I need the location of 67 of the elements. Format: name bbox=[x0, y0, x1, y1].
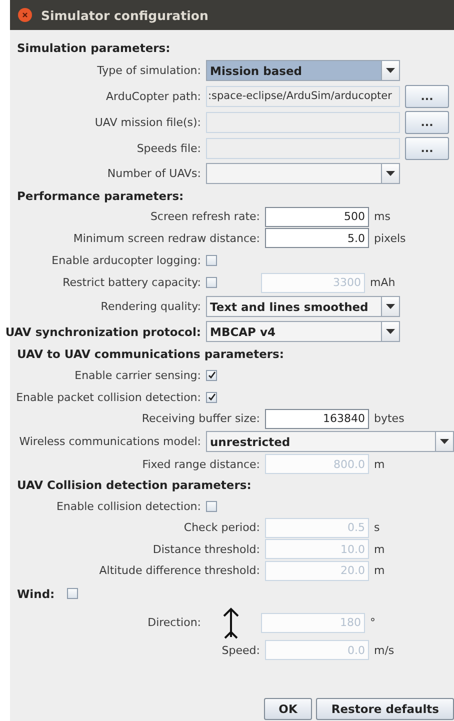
number-field[interactable]: 5.0 bbox=[265, 228, 369, 248]
direction-arrow-icon bbox=[222, 606, 240, 638]
field-label: Distance threshold: bbox=[152, 542, 260, 556]
field-label: Direction: bbox=[148, 616, 201, 629]
path-field[interactable] bbox=[206, 112, 400, 132]
browse-button[interactable]: ... bbox=[405, 136, 449, 160]
number-field[interactable]: 500 bbox=[265, 206, 369, 227]
section-heading: Simulation parameters: bbox=[16, 40, 172, 57]
close-icon bbox=[22, 12, 28, 18]
unit-label: m bbox=[374, 458, 386, 471]
field-label: Enable packet collision detection: bbox=[16, 390, 201, 404]
unit-label: bytes bbox=[374, 412, 406, 426]
checkbox[interactable] bbox=[206, 392, 217, 402]
field-label: Altitude difference threshold: bbox=[99, 564, 260, 578]
field-label: ArduCopter path: bbox=[106, 90, 201, 102]
unit-label: m bbox=[374, 542, 386, 556]
checkbox[interactable] bbox=[67, 588, 78, 599]
section-heading: Wind: bbox=[16, 586, 55, 600]
dropdown[interactable]: Mission based bbox=[206, 60, 400, 81]
dropdown-arrow-icon bbox=[386, 68, 395, 73]
close-button[interactable] bbox=[18, 8, 32, 22]
dropdown[interactable]: Text and lines smoothed bbox=[206, 296, 400, 317]
field-label: Number of UAVs: bbox=[107, 167, 201, 180]
field-label: Enable collision detection: bbox=[56, 500, 201, 512]
section-heading: UAV to UAV communications parameters: bbox=[16, 346, 285, 363]
number-field[interactable]: 163840 bbox=[265, 408, 369, 429]
field-label: Screen refresh rate: bbox=[150, 210, 260, 224]
field-label: Receiving buffer size: bbox=[142, 412, 260, 426]
path-field[interactable] bbox=[206, 138, 400, 158]
field-label: UAV synchronization protocol: bbox=[5, 324, 201, 338]
dropdown[interactable]: unrestricted bbox=[206, 431, 454, 452]
field-label: Fixed range distance: bbox=[142, 458, 260, 471]
unit-label: pixels bbox=[374, 232, 407, 245]
unit-label: ms bbox=[374, 210, 392, 224]
ok-button[interactable]: OK bbox=[264, 698, 312, 720]
field-label: Check period: bbox=[184, 521, 260, 534]
field-label: Restrict battery capacity: bbox=[62, 276, 201, 289]
field-label: Enable carrier sensing: bbox=[74, 368, 201, 382]
dropdown[interactable]: MBCAP v4 bbox=[206, 321, 400, 342]
dropdown-arrow-icon bbox=[440, 439, 449, 444]
unit-label: m bbox=[374, 564, 386, 578]
section-heading: UAV Collision detection parameters: bbox=[16, 477, 252, 494]
unit-label: ° bbox=[370, 616, 376, 629]
dropdown-arrow-icon bbox=[386, 329, 395, 334]
field-label: Type of simulation: bbox=[97, 64, 201, 77]
field-label: Rendering quality: bbox=[100, 300, 201, 313]
field-label: UAV mission file(s): bbox=[94, 116, 201, 128]
browse-button[interactable]: ... bbox=[405, 110, 449, 134]
field-label: Enable arducopter logging: bbox=[52, 254, 201, 266]
unit-label: m/s bbox=[374, 644, 396, 657]
window-title: Simulator configuration bbox=[41, 8, 208, 22]
unit-label: s bbox=[374, 521, 381, 534]
dropdown[interactable] bbox=[206, 163, 400, 184]
checkbox[interactable] bbox=[206, 370, 217, 380]
browse-button[interactable]: ... bbox=[405, 84, 449, 108]
field-label: Speed: bbox=[222, 644, 260, 657]
checkbox[interactable] bbox=[206, 500, 217, 512]
dropdown-arrow-icon bbox=[386, 171, 395, 176]
field-label: Minimum screen redraw distance: bbox=[73, 232, 260, 245]
field-label: Wireless communications model: bbox=[19, 435, 201, 448]
section-heading: Performance parameters: bbox=[16, 188, 185, 205]
checkbox[interactable] bbox=[206, 254, 217, 266]
restore-defaults-button[interactable]: Restore defaults bbox=[316, 698, 454, 720]
field-label: Speeds file: bbox=[136, 142, 201, 154]
unit-label: mAh bbox=[370, 276, 396, 289]
path-field[interactable]: :space-eclipse/ArduSim/arducopter bbox=[206, 86, 400, 106]
dropdown-arrow-icon bbox=[386, 304, 395, 309]
